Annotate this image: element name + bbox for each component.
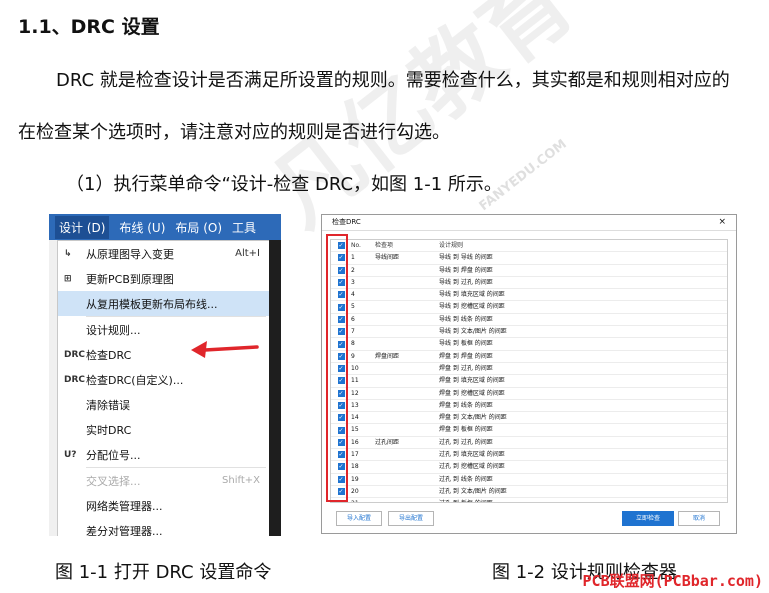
menu-tools[interactable]: 工具 — [232, 219, 256, 236]
table-row[interactable]: ✓ 17 过孔 到 填充区域 的间距 — [331, 449, 727, 462]
table-row[interactable]: ✓ 14 焊盘 到 文本/图片 的间距 — [331, 412, 727, 425]
menu-item-net-class-manager[interactable]: 网络类管理器... — [58, 493, 270, 518]
table-row[interactable]: ✓ 3 导线 到 过孔 的间距 — [331, 277, 727, 290]
section-heading: 1.1、DRC 设置 — [18, 16, 160, 38]
caption-figure-1: 图 1-1 打开 DRC 设置命令 — [55, 562, 272, 583]
table-row[interactable]: ✓21过孔 到 板框 的间距 — [331, 498, 727, 502]
table-row[interactable]: ✓ 15 焊盘 到 板框 的间距 — [331, 424, 727, 437]
menu-design[interactable]: 设计 (D) — [55, 215, 110, 239]
table-row[interactable]: ✓ 5 导线 到 挖槽区域 的间距 — [331, 301, 727, 314]
menu-route[interactable]: 布线 (U) — [119, 219, 165, 236]
menu-item-update-schematic[interactable]: ⊞ 更新PCB到原理图 — [58, 266, 270, 291]
canvas-edge — [269, 240, 281, 536]
brand-watermark: PCB联盟网(PCBbar.com) — [582, 572, 763, 590]
table-row[interactable]: ✓ 8 导线 到 板框 的间距 — [331, 338, 727, 351]
drc-icon: DRC — [64, 374, 86, 385]
menu-item-clear-errors[interactable]: 清除错误 — [58, 392, 270, 417]
table-row[interactable]: ✓ 16 过孔间距 过孔 到 过孔 的间距 — [331, 437, 727, 450]
menu-item-diff-pair-manager[interactable]: 差分对管理器... — [58, 518, 270, 537]
close-icon[interactable]: × — [718, 215, 726, 230]
menu-item-update-from-template[interactable]: 从复用模板更新布局布线... — [58, 291, 270, 316]
table-row[interactable]: ✓ 13 焊盘 到 线条 的间距 — [331, 400, 727, 413]
menu-item-check-drc-custom[interactable]: DRC 检查DRC(自定义)... — [58, 367, 270, 392]
menu-item-import-changes[interactable]: ↳ 从原理图导入变更 Alt+I — [58, 241, 270, 266]
menubar: 设计 (D) 布线 (U) 布局 (O) 工具 — [49, 214, 281, 240]
table-row[interactable]: ✓ 18 过孔 到 挖槽区域 的间距 — [331, 461, 727, 474]
checkbox-highlight-box — [326, 234, 348, 502]
watermark: 凡亿教育 — [251, 0, 593, 247]
export-config-button[interactable]: 导出配置 — [388, 511, 434, 526]
table-row[interactable]: ✓ 9 焊盘间距 焊盘 到 焊盘 的间距 — [331, 351, 727, 363]
import-icon: ↳ — [64, 248, 72, 259]
cancel-button[interactable]: 取消 — [678, 511, 720, 526]
menu-item-realtime-drc[interactable]: 实时DRC — [58, 417, 270, 442]
left-strip — [49, 240, 57, 536]
dialog-title-bar: 检查DRC × — [322, 215, 736, 231]
menu-item-cross-select[interactable]: 交叉选择... Shift+X — [58, 468, 270, 493]
check-now-button[interactable]: 立即检查 — [622, 511, 674, 526]
menu-place[interactable]: 布局 (O) — [175, 219, 222, 236]
figure-menu-screenshot: 设计 (D) 布线 (U) 布局 (O) 工具 ↳ 从原理图导入变更 Alt+I… — [49, 214, 281, 536]
table-row[interactable]: ✓ 12 焊盘 到 挖槽区域 的间距 — [331, 388, 727, 400]
drc-dialog: 检查DRC × ✓ No. 检查项 设计规则 ✓ 1 导线间距 导线 到 导线 的间距… — [321, 214, 737, 534]
menu-item-assign-designator[interactable]: U? 分配位号... — [58, 442, 270, 467]
import-config-button[interactable]: 导入配置 — [336, 511, 382, 526]
designator-icon: U? — [64, 449, 77, 460]
table-row[interactable]: ✓ 10 焊盘 到 过孔 的间距 — [331, 363, 727, 376]
dialog-title: 检查DRC — [332, 218, 361, 226]
drc-rule-table: ✓ No. 检查项 设计规则 ✓ 1 导线间距 导线 到 导线 的间距 ✓ 2 导线 到 焊… — [330, 239, 728, 503]
table-row[interactable]: ✓ 2 导线 到 焊盘 的间距 — [331, 265, 727, 277]
table-row[interactable]: ✓ 6 导线 到 线条 的间距 — [331, 314, 727, 327]
table-row[interactable]: ✓ 20 过孔 到 文本/图片 的间距 — [331, 486, 727, 499]
design-dropdown: ↳ 从原理图导入变更 Alt+I ⊞ 更新PCB到原理图 从复用模板更新布局布线… — [57, 240, 271, 536]
table-header: ✓ No. 检查项 设计规则 — [331, 240, 727, 253]
table-row[interactable]: ✓ 1 导线间距 导线 到 导线 的间距 — [331, 252, 727, 265]
table-row[interactable]: ✓ 11 焊盘 到 填充区域 的间距 — [331, 375, 727, 388]
drc-icon: DRC — [64, 349, 86, 360]
table-row[interactable]: ✓ 7 导线 到 文本/图片 的间距 — [331, 326, 727, 339]
table-row[interactable]: ✓ 19 过孔 到 线条 的间距 — [331, 474, 727, 486]
red-arrow-icon — [191, 341, 259, 358]
table-row[interactable]: ✓ 4 导线 到 填充区域 的间距 — [331, 289, 727, 302]
update-icon: ⊞ — [64, 273, 72, 284]
